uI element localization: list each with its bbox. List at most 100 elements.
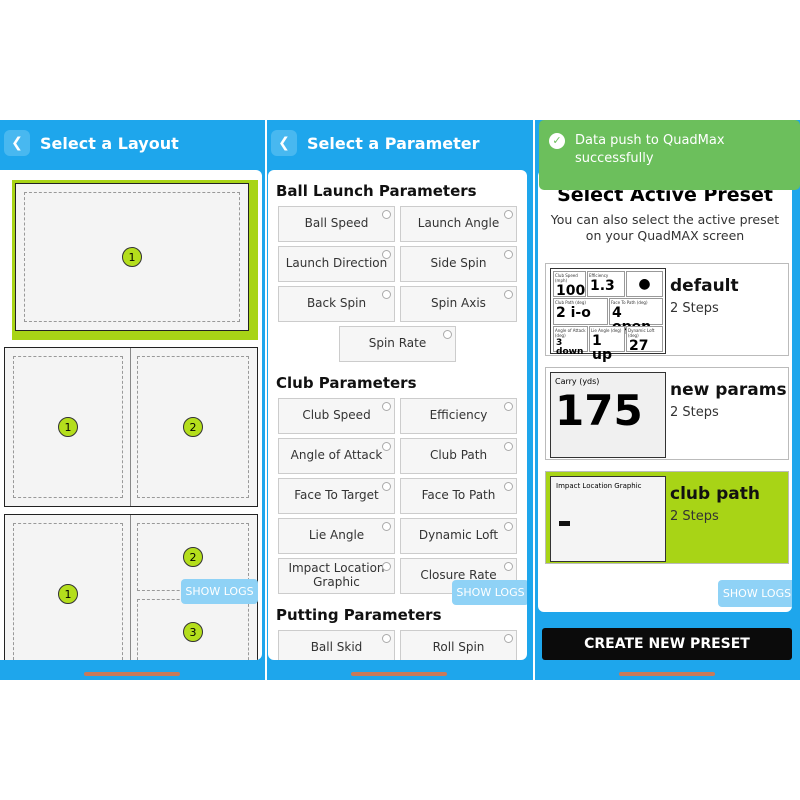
show-logs-button[interactable]: SHOW LOGS xyxy=(718,580,792,607)
parameter-label: Roll Spin xyxy=(432,640,485,655)
parameter-option[interactable]: Impact Location Graphic xyxy=(278,558,395,594)
back-button[interactable]: ❮ xyxy=(4,130,30,156)
home-indicator xyxy=(619,672,715,676)
back-button[interactable]: ❮ xyxy=(271,130,297,156)
parameter-option[interactable]: Spin Rate xyxy=(339,326,456,362)
parameter-option[interactable]: Side Spin xyxy=(400,246,517,282)
page-title: Select a Parameter xyxy=(307,133,480,153)
parameter-label: Angle of Attack xyxy=(290,448,383,463)
parameter-label: Spin Rate xyxy=(368,336,427,351)
parameter-option[interactable]: Ball Speed xyxy=(278,206,395,242)
radio-icon[interactable] xyxy=(504,442,513,451)
zone-number: 1 xyxy=(122,247,142,267)
show-logs-button[interactable]: SHOW LOGS xyxy=(181,579,258,604)
radio-icon[interactable] xyxy=(504,562,513,571)
parameter-label: Efficiency xyxy=(429,408,488,423)
radio-icon[interactable] xyxy=(504,522,513,531)
parameter-screen: ❮ Select a Parameter SHOW LOGS Ball Launc… xyxy=(267,120,533,680)
parameter-option[interactable]: Angle of Attack xyxy=(278,438,395,474)
preset-club-path-selected[interactable]: Impact Location Graphic club path 2 Step… xyxy=(545,471,789,564)
zone-number: 2 xyxy=(183,547,203,567)
page-title: Select a Layout xyxy=(40,133,179,153)
preset-default[interactable]: Club Speed (mph) 100 Efficiency 1.3 ● Club… xyxy=(545,263,789,362)
home-indicator xyxy=(84,672,180,676)
radio-icon[interactable] xyxy=(382,562,391,571)
radio-icon[interactable] xyxy=(504,210,513,219)
radio-icon[interactable] xyxy=(382,210,391,219)
section-title: Ball Launch Parameters xyxy=(276,182,477,200)
layout-list[interactable]: 1 1 2 1 2 3 SHOW LOGS xyxy=(0,170,262,660)
club-head-icon: ● xyxy=(626,271,663,297)
cell-label: Impact Location Graphic xyxy=(556,482,642,490)
parameter-option[interactable]: Club Speed xyxy=(278,398,395,434)
preset-screen: Select Active Preset You can also select… xyxy=(535,120,800,680)
parameter-label: Dynamic Loft xyxy=(418,528,499,543)
parameter-label: Ball Skid xyxy=(310,640,363,655)
parameter-label: Spin Axis xyxy=(431,296,486,311)
preset-steps: 2 Steps xyxy=(670,405,719,420)
layout-option-1[interactable]: 1 xyxy=(12,180,258,340)
preset-name: club path xyxy=(670,484,760,504)
parameter-option[interactable]: Back Spin xyxy=(278,286,395,322)
zone-number: 2 xyxy=(183,417,203,437)
create-new-preset-button[interactable]: CREATE NEW PRESET xyxy=(542,628,792,660)
parameter-label: Ball Speed xyxy=(304,216,369,231)
parameter-option[interactable]: Face To Path xyxy=(400,478,517,514)
radio-icon[interactable] xyxy=(382,290,391,299)
cell-value: 3 down xyxy=(556,338,584,357)
parameter-label: Face To Target xyxy=(294,488,379,503)
radio-icon[interactable] xyxy=(504,290,513,299)
radio-icon[interactable] xyxy=(382,634,391,643)
cell-value: 2 i-o xyxy=(556,305,591,321)
parameter-option[interactable]: Club Path xyxy=(400,438,517,474)
zone-number: 1 xyxy=(58,417,78,437)
parameter-option[interactable]: Roll Spin xyxy=(400,630,517,660)
parameter-label: Launch Angle xyxy=(417,216,500,231)
subtitle: You can also select the active preset on… xyxy=(550,212,780,244)
radio-icon[interactable] xyxy=(382,522,391,531)
parameter-option[interactable]: Face To Target xyxy=(278,478,395,514)
radio-icon[interactable] xyxy=(443,330,452,339)
preset-name: default xyxy=(670,276,739,296)
zone-number: 3 xyxy=(183,622,203,642)
radio-icon[interactable] xyxy=(382,250,391,259)
radio-icon[interactable] xyxy=(382,402,391,411)
check-circle-icon: ✓ xyxy=(549,133,565,149)
parameter-label: Face To Path xyxy=(421,488,496,503)
preset-steps: 2 Steps xyxy=(670,301,719,316)
parameter-label: Club Speed xyxy=(302,408,371,423)
parameter-option[interactable]: Dynamic Loft xyxy=(400,518,517,554)
cell-value: 1 up xyxy=(592,333,612,363)
parameter-option[interactable]: Spin Axis xyxy=(400,286,517,322)
parameter-option[interactable]: Lie Angle xyxy=(278,518,395,554)
parameter-label: Launch Direction xyxy=(285,256,388,271)
parameter-label: Lie Angle xyxy=(308,528,365,543)
parameter-option[interactable]: Ball Skid xyxy=(278,630,395,660)
preset-new-params[interactable]: Carry (yds) 175 new params 2 Steps xyxy=(545,367,789,460)
cell-value: 27 xyxy=(629,338,649,354)
impact-marker xyxy=(559,521,570,526)
parameter-option[interactable]: Launch Direction xyxy=(278,246,395,282)
preset-name: new params xyxy=(670,380,787,400)
layout-screen: ❮ Select a Layout 1 1 2 1 2 3 SHOW LOGS xyxy=(0,120,265,680)
section-title: Putting Parameters xyxy=(276,606,442,624)
parameter-label: Impact Location Graphic xyxy=(288,561,385,589)
radio-icon[interactable] xyxy=(504,250,513,259)
parameter-list[interactable]: SHOW LOGS Ball Launch Parameters Ball Spe… xyxy=(268,170,527,660)
zone-number: 1 xyxy=(58,584,78,604)
parameter-label: Side Spin xyxy=(430,256,487,271)
show-logs-button[interactable]: SHOW LOGS xyxy=(452,580,527,605)
radio-icon[interactable] xyxy=(382,482,391,491)
parameter-option[interactable]: Launch Angle xyxy=(400,206,517,242)
layout-option-2[interactable]: 1 2 xyxy=(4,347,258,507)
home-indicator xyxy=(351,672,447,676)
parameter-label: Club Path xyxy=(429,448,488,463)
radio-icon[interactable] xyxy=(504,402,513,411)
radio-icon[interactable] xyxy=(504,482,513,491)
toast-message: Data push to QuadMax successfully xyxy=(575,133,725,167)
cell-value: 100 xyxy=(556,283,586,299)
radio-icon[interactable] xyxy=(504,634,513,643)
radio-icon[interactable] xyxy=(382,442,391,451)
cell-value: 175 xyxy=(555,386,643,435)
parameter-option[interactable]: Efficiency xyxy=(400,398,517,434)
